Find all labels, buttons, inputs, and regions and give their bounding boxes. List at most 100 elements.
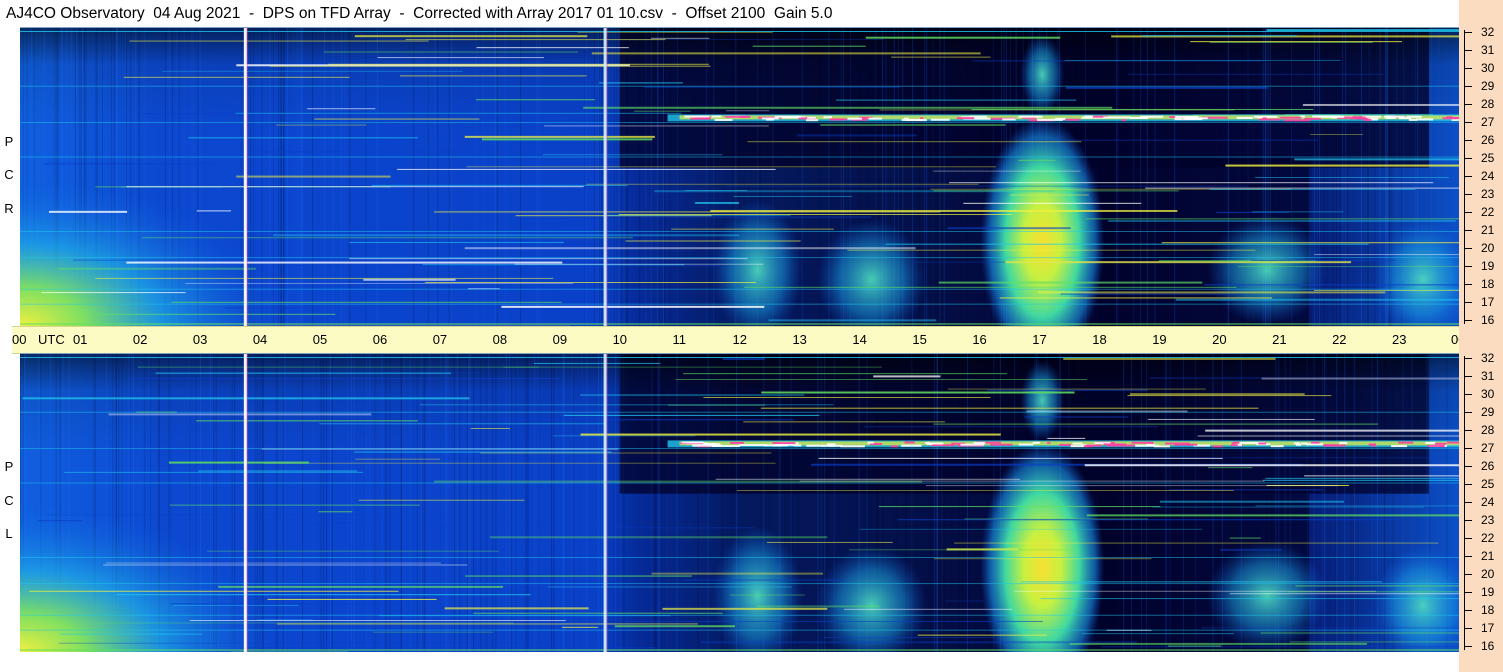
noise-column [1339,28,1341,326]
interference-line [20,85,1459,87]
interference-line [580,394,805,397]
interference-line [171,301,562,303]
vertical-transient [603,354,607,652]
interference-line [103,564,468,566]
interference-line [466,419,794,421]
broadcast-hotspot [1054,117,1066,120]
noise-column [1123,354,1125,652]
noise-column [1140,28,1142,326]
interference-line [169,504,420,506]
noise-column [657,354,659,652]
frequency-tick-label: 21 [1481,549,1495,563]
noise-column [1332,28,1334,326]
interference-line [1262,479,1459,481]
broadcast-hotspot [990,443,1013,446]
interference-line [20,323,1459,325]
noise-column [437,28,439,326]
broadcast-hotspot [1449,117,1459,120]
interference-line [355,458,441,460]
broadcast-hotspot [729,441,744,444]
noise-column [525,354,527,652]
interference-line [1289,641,1459,643]
noise-column [1346,28,1348,326]
broadcast-hotspot [904,441,915,444]
frequency-tick [1464,320,1472,321]
broadcast-hotspot [1363,118,1372,121]
broadcast-hotspot [692,444,719,447]
noise-column [943,28,945,326]
noise-column [600,28,602,326]
noise-column [1116,28,1118,326]
broadcast-hotspot [1174,118,1183,121]
interference-line [185,282,574,284]
noise-column [585,28,587,326]
frequency-tick-label: 29 [1481,79,1495,93]
interference-line [542,154,723,156]
interference-line [599,82,683,84]
noise-column [1141,354,1143,652]
frequency-tick [1464,520,1472,521]
frequency-tick-label: 26 [1481,459,1495,473]
broadcast-hotspot [1103,116,1131,119]
interference-line [1295,585,1459,587]
noise-column [1122,354,1124,652]
noise-column [1159,354,1161,652]
interference-line [218,585,504,588]
frequency-tick [1464,646,1472,647]
broadcast-hotspot [772,442,796,445]
noise-column [527,354,529,652]
vertical-transient-edge [246,28,248,326]
noise-column [482,28,484,326]
interference-line [41,292,186,294]
noise-column [621,28,623,326]
noise-column [1368,28,1370,326]
interference-line [1064,59,1341,61]
noise-column [551,354,553,652]
interference-line [1082,633,1234,635]
vertical-transient [243,28,247,326]
interference-line [1145,187,1459,189]
interference-line [1141,35,1298,37]
time-tick-label: 09 [552,332,568,347]
interference-line [207,550,499,552]
interference-line [634,110,691,112]
noise-column [962,354,964,652]
frequency-tick-label: 31 [1481,43,1495,57]
interference-line [1005,261,1352,264]
interference-line [1261,377,1459,380]
interference-line [586,183,979,185]
interference-line [1205,429,1459,432]
interference-line [744,286,1237,288]
noise-column [1130,354,1132,652]
time-tick-label: 08 [492,332,508,347]
noise-column [645,28,647,326]
interference-line [142,237,633,239]
frequency-tick-label: 26 [1481,133,1495,147]
interference-line [1128,73,1384,75]
interference-line [276,623,698,625]
interference-line [730,594,805,596]
noise-column [933,354,935,652]
interference-line [371,184,628,186]
lcp-letter-c: C [4,493,14,508]
noise-column [526,354,528,652]
interference-line [796,134,917,137]
interference-line [644,86,900,88]
broadcast-hotspot [1018,115,1043,118]
interference-line [873,375,941,378]
interference-line [95,622,514,624]
interference-line [319,423,605,425]
lcp-letter-p: L [5,526,13,541]
noise-column [619,28,621,326]
interference-line [1047,437,1086,439]
noise-column [553,354,555,652]
interference-line [196,420,418,422]
broadcast-hotspot [1212,445,1223,448]
noise-column [563,354,565,652]
interference-line [695,201,739,204]
interference-line [318,511,353,513]
interference-line [45,514,504,516]
interference-line [1129,393,1305,396]
frequency-tick-label: 20 [1481,241,1495,255]
frequency-tick-label: 28 [1481,423,1495,437]
